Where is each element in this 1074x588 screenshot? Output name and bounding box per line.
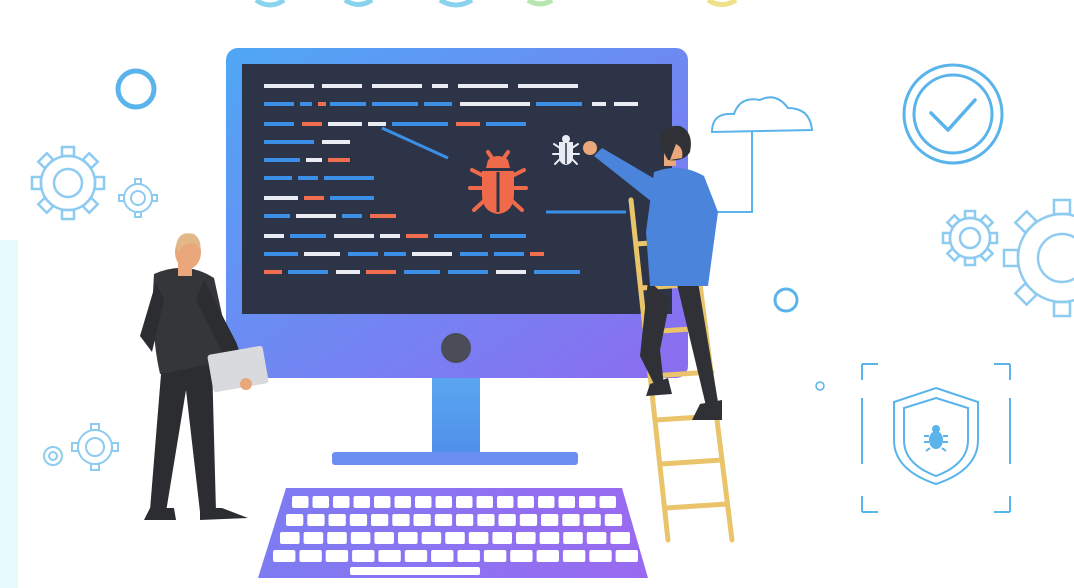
keyboard-key — [299, 550, 322, 562]
keyboard-key — [292, 496, 309, 508]
debugging-illustration — [0, 0, 1074, 588]
ring-icon — [115, 68, 157, 110]
keyboard-key — [468, 532, 489, 544]
keyboard-key — [286, 514, 304, 526]
keyboard-key — [610, 532, 630, 544]
keyboard-key — [350, 532, 371, 544]
keyboard-key — [586, 532, 607, 544]
monitor-stand — [432, 378, 480, 456]
keyboard-key — [352, 550, 375, 562]
keyboard-key — [394, 496, 411, 508]
space-bar — [350, 567, 480, 575]
keyboard-key — [325, 550, 349, 562]
keyboard-key — [517, 496, 534, 508]
keyboard-key — [421, 532, 442, 544]
keyboard-key — [604, 514, 623, 526]
keyboard-key — [273, 550, 296, 562]
checkmark-circle-icon — [902, 63, 1004, 165]
keyboard-key — [457, 550, 480, 562]
keyboard-key — [615, 550, 638, 562]
keyboard-key — [456, 496, 473, 508]
keyboard-key — [378, 550, 401, 562]
keyboard-key — [519, 514, 538, 526]
keyboard-key — [536, 550, 559, 562]
keyboard-key — [435, 496, 452, 508]
keyboard-key — [404, 550, 428, 562]
keyboard-key — [307, 514, 325, 526]
keyboard-key — [510, 550, 533, 562]
keyboard-key — [599, 496, 616, 508]
keyboard-key — [558, 496, 575, 508]
gear-icon — [941, 198, 1074, 318]
keyboard-key — [374, 532, 394, 544]
keyboard-key — [327, 532, 347, 544]
ring-icon — [773, 287, 799, 313]
cloud-icon — [710, 96, 814, 213]
keyboard-key — [353, 496, 370, 508]
monitor-screen — [242, 64, 672, 314]
keyboard-key — [328, 514, 346, 526]
keyboard-key — [538, 496, 555, 508]
keyboard-key — [562, 550, 586, 562]
keyboard-key — [498, 514, 516, 526]
keyboard-key — [333, 496, 350, 508]
keyboard-key — [398, 532, 418, 544]
keyboard-key — [516, 532, 536, 544]
keyboard — [258, 488, 648, 578]
keyboard-key — [539, 532, 560, 544]
keyboard-key — [583, 514, 601, 526]
keyboard-key — [392, 514, 410, 526]
ring-icon — [815, 381, 825, 391]
keyboard-key — [415, 496, 432, 508]
keyboard-key — [413, 514, 431, 526]
keyboard-key — [476, 496, 493, 508]
keyboard-key — [497, 496, 514, 508]
top-decor — [254, 0, 738, 8]
keyboard-key — [371, 514, 389, 526]
shield-bug-icon — [861, 363, 1011, 513]
keyboard-key — [589, 550, 612, 562]
keyboard-key — [562, 514, 580, 526]
keyboard-key — [492, 532, 512, 544]
keyboard-key — [483, 550, 507, 562]
keyboard-key — [477, 514, 495, 526]
keyboard-key — [349, 514, 368, 526]
power-button — [441, 333, 471, 363]
gear-icon — [118, 178, 158, 218]
monitor — [226, 48, 688, 465]
edge-tint — [0, 240, 18, 588]
keyboard-key — [431, 550, 454, 562]
keyboard-key — [374, 496, 391, 508]
gear-icon — [43, 423, 119, 471]
keyboard-key — [434, 514, 453, 526]
gear-icon — [30, 145, 106, 221]
keyboard-key — [541, 514, 559, 526]
keyboard-key — [303, 532, 324, 544]
monitor-base — [332, 452, 578, 465]
keyboard-key — [445, 532, 465, 544]
keyboard-key — [312, 496, 329, 508]
keyboard-key — [280, 532, 300, 544]
keyboard-key — [456, 514, 474, 526]
keyboard-key — [563, 532, 583, 544]
keyboard-key — [579, 496, 596, 508]
